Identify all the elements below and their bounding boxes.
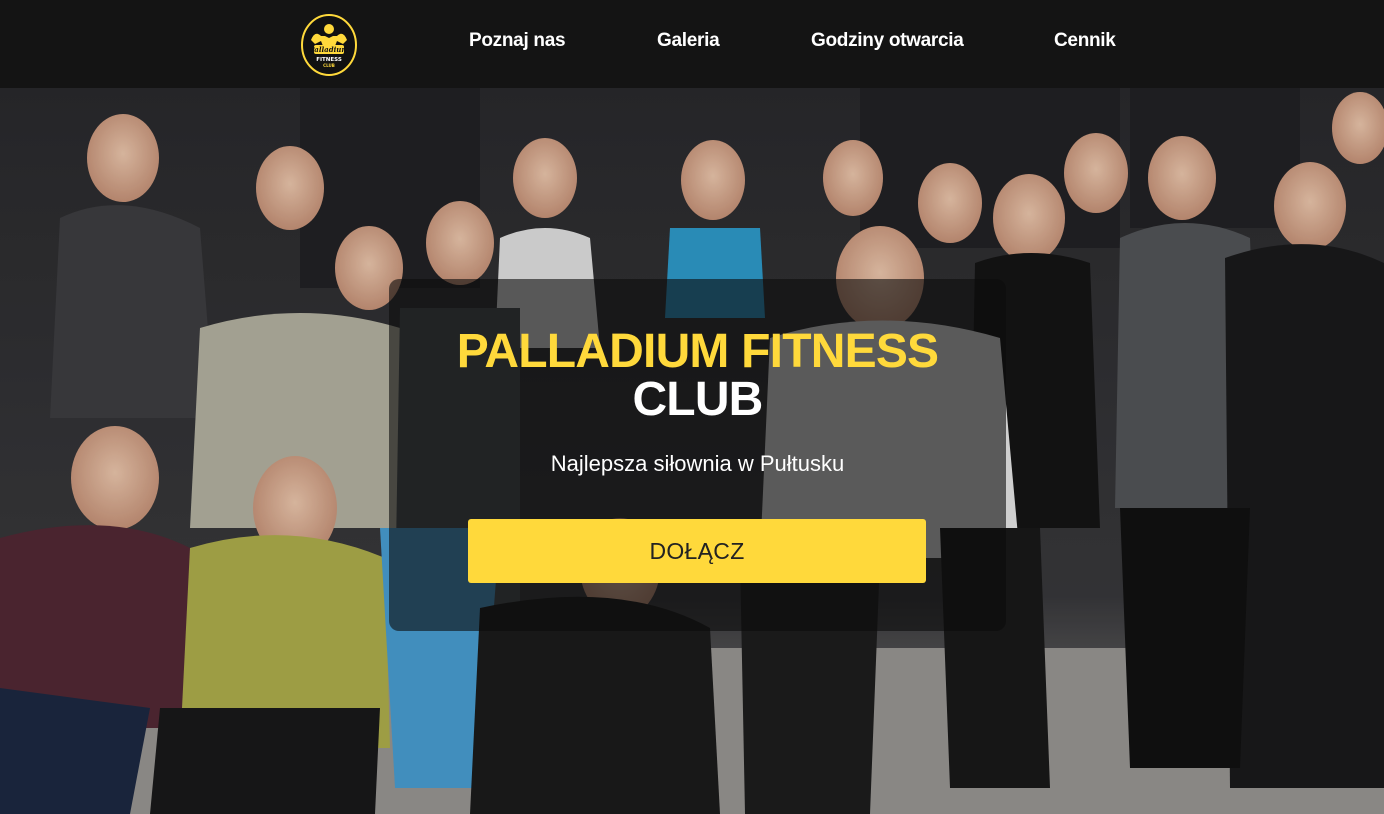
hero-section: PALLADIUM FITNESS CLUB Najlepsza siłowni… (0, 88, 1384, 814)
nav-link-galeria[interactable]: Galeria (657, 30, 720, 52)
hero-title: PALLADIUM FITNESS CLUB (389, 328, 1006, 424)
join-button[interactable]: DOŁĄCZ (468, 519, 926, 583)
svg-text:Palladium: Palladium (308, 45, 349, 54)
nav-link-poznaj-nas[interactable]: Poznaj nas (469, 30, 566, 52)
hero-tagline: Najlepsza siłownia w Pułtusku (550, 451, 845, 476)
navbar: Palladium FITNESS CLUB Poznaj nas Galeri… (0, 0, 1384, 88)
palladium-logo-icon: Palladium FITNESS CLUB (301, 14, 357, 76)
logo[interactable]: Palladium FITNESS CLUB (301, 14, 357, 76)
hero-title-line2: CLUB (632, 373, 763, 426)
nav-link-cennik[interactable]: Cennik (1054, 30, 1116, 52)
nav-link-godziny-otwarcia[interactable]: Godziny otwarcia (811, 30, 964, 52)
hero-title-line1: PALLADIUM FITNESS (456, 325, 939, 378)
svg-text:CLUB: CLUB (323, 63, 335, 68)
